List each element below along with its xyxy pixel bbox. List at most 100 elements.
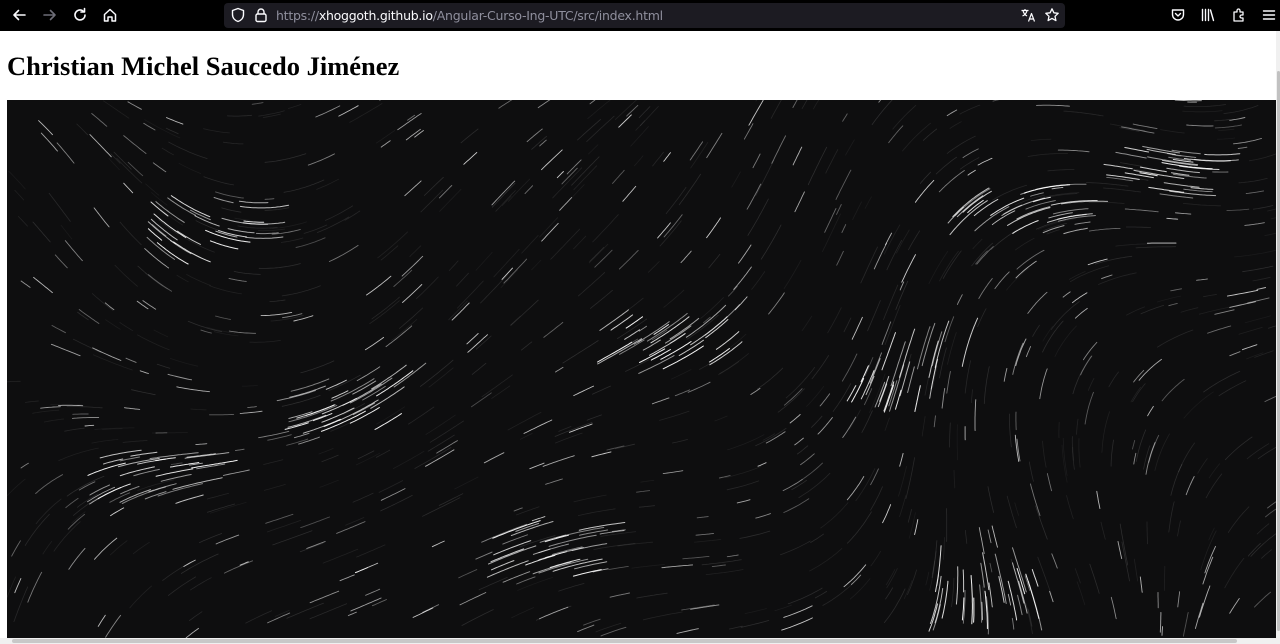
flow-streak xyxy=(64,427,85,432)
flow-streak xyxy=(132,541,150,555)
flow-streak xyxy=(513,507,523,512)
url-path: /Angular-Curso-Ing-UTC/src/index.html xyxy=(432,8,663,23)
horizontal-scrollbar[interactable] xyxy=(0,638,1280,644)
flow-streaks xyxy=(7,100,1276,638)
flow-streak xyxy=(845,139,855,156)
translate-icon[interactable] xyxy=(1020,7,1036,23)
flow-streak xyxy=(170,195,211,218)
extensions-button[interactable] xyxy=(1227,4,1251,26)
url-bar[interactable]: https://xhoggoth.github.io/Angular-Curso… xyxy=(224,3,1065,28)
flow-streak xyxy=(714,415,728,422)
menu-button[interactable] xyxy=(1257,4,1280,26)
url-text[interactable]: https://xhoggoth.github.io/Angular-Curso… xyxy=(276,8,663,23)
flow-streak xyxy=(1050,301,1080,330)
flow-streak xyxy=(946,371,951,394)
flow-streak xyxy=(1003,367,1008,382)
flow-streak xyxy=(7,576,16,598)
shield-icon[interactable] xyxy=(230,7,246,23)
flow-streak xyxy=(1028,461,1034,482)
flow-streak xyxy=(1249,153,1276,162)
flow-streak xyxy=(151,192,168,206)
flow-streak xyxy=(669,317,700,340)
flow-streak xyxy=(953,470,956,489)
flow-streak xyxy=(213,331,239,337)
flow-streak xyxy=(1159,611,1162,633)
flow-streak xyxy=(215,534,240,545)
flow-streak xyxy=(142,300,157,310)
flow-streak xyxy=(1126,226,1151,228)
flow-streak xyxy=(20,462,29,469)
flow-streak xyxy=(1198,306,1232,315)
flow-streak xyxy=(1207,325,1232,334)
flow-streak xyxy=(558,583,585,592)
flow-streak xyxy=(1223,105,1259,114)
flow-streak xyxy=(642,339,661,351)
lock-icon[interactable] xyxy=(253,7,269,23)
flow-streak xyxy=(295,237,326,248)
flow-streak xyxy=(678,173,701,206)
flow-streak xyxy=(153,329,169,338)
flow-streak xyxy=(239,561,249,566)
flow-streak xyxy=(347,611,357,617)
flow-streak xyxy=(978,278,993,299)
pocket-button[interactable] xyxy=(1166,4,1190,26)
flow-streak xyxy=(521,341,533,351)
library-button[interactable] xyxy=(1196,4,1220,26)
vertical-scrollbar[interactable] xyxy=(1276,31,1280,638)
flow-streak xyxy=(492,520,541,539)
flow-streak xyxy=(852,201,862,220)
flow-streak xyxy=(515,506,540,516)
flow-streak xyxy=(77,311,89,321)
flow-streak xyxy=(931,540,938,578)
flow-streak xyxy=(50,343,81,357)
flow-streak xyxy=(67,513,85,530)
flow-field-drawing xyxy=(7,100,1276,638)
forward-button[interactable] xyxy=(38,4,62,26)
flow-streak xyxy=(1246,352,1264,360)
flow-streak xyxy=(87,462,126,476)
flow-streak xyxy=(917,326,931,370)
flow-streak xyxy=(64,240,83,262)
flow-streak xyxy=(91,293,114,311)
flow-streak xyxy=(886,568,898,589)
flow-streak xyxy=(801,100,808,109)
flow-streak xyxy=(457,280,484,309)
flow-streak xyxy=(542,455,575,467)
flow-streak xyxy=(1204,545,1216,574)
flow-streak xyxy=(992,100,1000,102)
flow-streak xyxy=(592,214,619,243)
flow-streak xyxy=(1032,324,1040,337)
flow-streak xyxy=(178,162,202,174)
flow-streak xyxy=(510,299,539,326)
flow-streak xyxy=(274,610,290,617)
flow-streak xyxy=(293,315,314,322)
flow-streak xyxy=(393,362,427,388)
flow-streak xyxy=(8,170,26,190)
back-button[interactable] xyxy=(7,4,31,26)
flow-streak xyxy=(7,380,21,383)
flow-streak xyxy=(884,588,906,623)
flow-streak xyxy=(951,577,955,608)
flow-streak xyxy=(947,332,957,365)
home-button[interactable] xyxy=(98,4,122,26)
flow-streak xyxy=(738,244,752,264)
flow-streak xyxy=(896,229,910,254)
flow-streak xyxy=(38,120,53,136)
flow-streak xyxy=(1208,463,1220,479)
horizontal-scrollbar-thumb[interactable] xyxy=(12,639,1237,643)
flow-streak xyxy=(531,135,547,150)
star-icon[interactable] xyxy=(1044,7,1060,23)
flow-streak xyxy=(980,562,985,588)
flow-streak xyxy=(91,113,108,127)
flow-streak xyxy=(905,457,915,499)
flow-streak xyxy=(825,149,839,174)
flow-streak xyxy=(1039,368,1048,400)
flow-streak xyxy=(35,498,62,525)
flow-streak xyxy=(711,564,726,568)
flow-streak xyxy=(51,325,66,334)
reload-button[interactable] xyxy=(68,4,92,26)
flow-streak xyxy=(137,479,175,491)
flow-streak xyxy=(207,492,229,500)
flow-streak xyxy=(366,275,392,296)
flow-streak xyxy=(1069,265,1110,283)
